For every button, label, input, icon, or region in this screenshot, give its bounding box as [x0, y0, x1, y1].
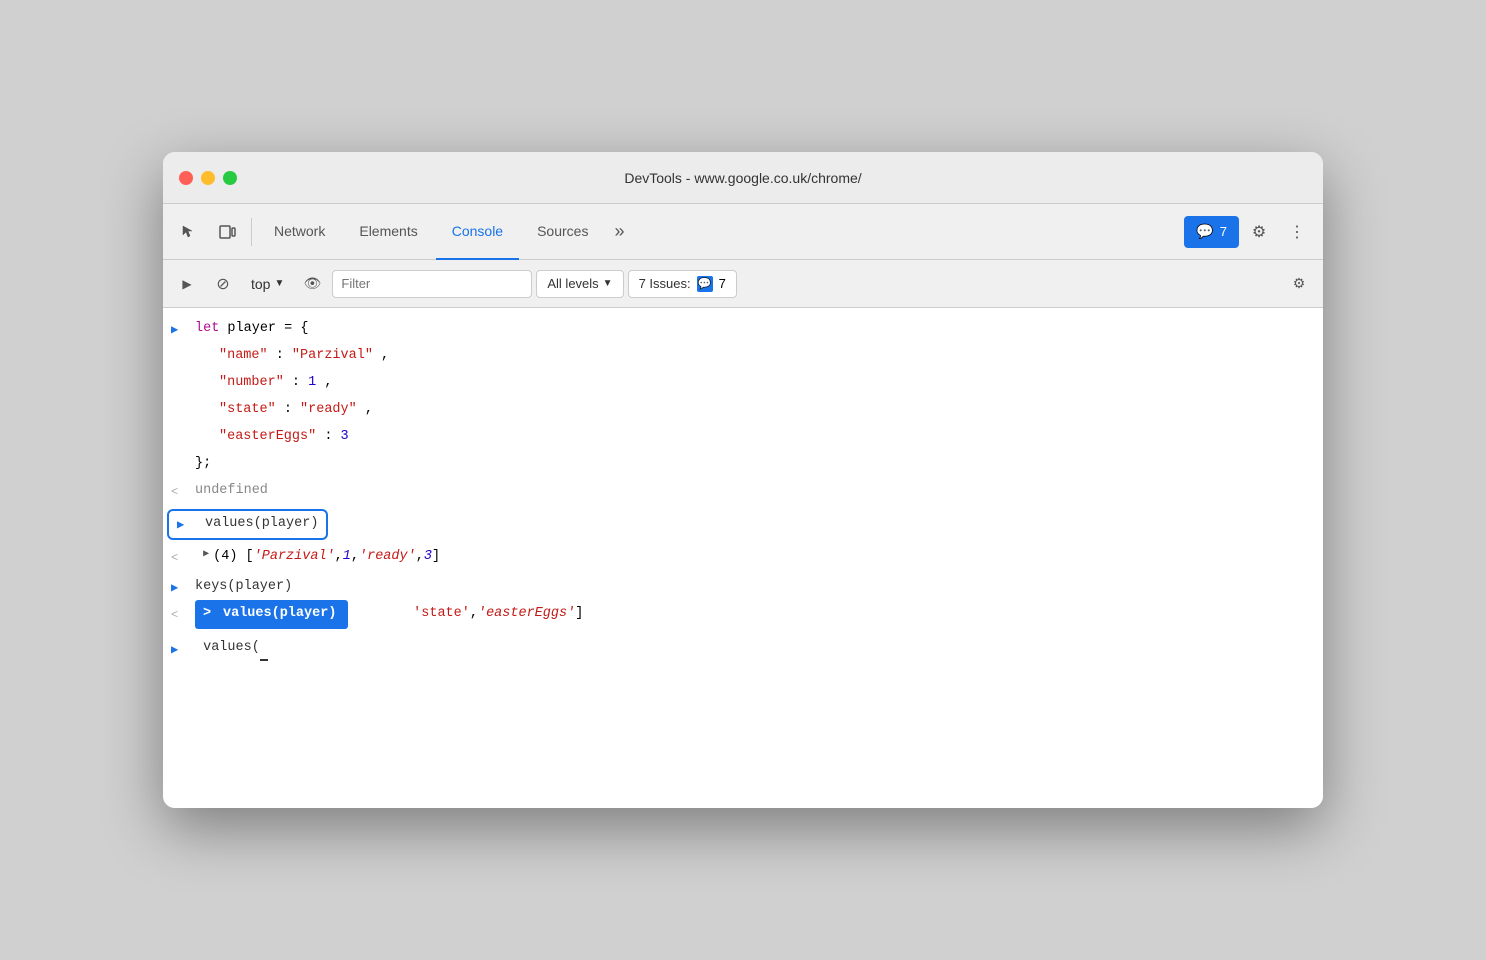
devtools-window: DevTools - www.google.co.uk/chrome/ Netw… [163, 152, 1323, 808]
console-input-current[interactable]: ▶ values( [163, 632, 1323, 665]
tab-elements[interactable]: Elements [343, 204, 433, 260]
output-arrow: < [171, 482, 191, 502]
clear-console-button[interactable]: ⊘ [207, 268, 239, 300]
settings-icon[interactable]: ⚙ [1241, 214, 1277, 250]
expand-arrow: ▶ [177, 515, 197, 535]
console-line: "easterEggs" : 3 [163, 424, 1323, 451]
issues-icon: 💬 [697, 276, 713, 292]
expand-arrow[interactable]: ▶ [171, 578, 191, 598]
console-line: "state" : "ready" , [163, 397, 1323, 424]
issues-badge-button[interactable]: 💬 7 [1184, 216, 1239, 248]
console-line: ▶ keys(player) [163, 574, 1323, 601]
badge-icon: 💬 [1196, 223, 1213, 240]
close-button[interactable] [179, 171, 193, 185]
issues-button[interactable]: 7 Issues: 💬 7 [628, 270, 737, 298]
expand-arrow[interactable]: ▶ [171, 320, 191, 340]
console-content: ▶ let player = { "name" : "Parzival" , "… [163, 308, 1323, 808]
cursor [260, 636, 268, 661]
maximize-button[interactable] [223, 171, 237, 185]
tab-sources[interactable]: Sources [521, 204, 604, 260]
console-line: "name" : "Parzival" , [163, 343, 1323, 370]
context-selector[interactable]: top ▼ [243, 268, 292, 300]
chevron-down-icon: ▼ [274, 278, 284, 289]
console-line: }; [163, 451, 1323, 478]
autocomplete-suggestion[interactable]: values(player) [195, 600, 348, 629]
select-element-icon[interactable] [171, 214, 207, 250]
highlighted-command: ▶ values(player) [167, 509, 328, 540]
autocomplete-overlay[interactable]: values(player) [195, 601, 348, 628]
play-button[interactable]: ▶ [171, 268, 203, 300]
window-title: DevTools - www.google.co.uk/chrome/ [624, 170, 861, 186]
chevron-down-icon: ▼ [603, 278, 613, 289]
console-settings-icon[interactable]: ⚙ [1283, 268, 1315, 300]
titlebar: DevTools - www.google.co.uk/chrome/ [163, 152, 1323, 204]
log-levels-dropdown[interactable]: All levels ▼ [536, 270, 623, 298]
console-line: ▶ let player = { [163, 316, 1323, 343]
tab-network[interactable]: Network [258, 204, 341, 260]
tab-console[interactable]: Console [436, 204, 519, 260]
minimize-button[interactable] [201, 171, 215, 185]
more-options-icon[interactable]: ⋮ [1279, 214, 1315, 250]
toolbar-divider [251, 218, 252, 246]
show-live-expressions[interactable]: 👁 [296, 268, 328, 300]
console-line: "number" : 1 , [163, 370, 1323, 397]
devtools-toolbar: Network Elements Console Sources » 💬 7 ⚙… [163, 204, 1323, 260]
console-output-line: < undefined [163, 478, 1323, 505]
device-toolbar-icon[interactable] [209, 214, 245, 250]
filter-input[interactable] [332, 270, 532, 298]
more-tabs-button[interactable]: » [606, 204, 632, 260]
console-output-line-obscured: < ▶ values(player) 'state' , 'easterEggs… [163, 601, 1323, 628]
console-toolbar: ▶ ⊘ top ▼ 👁 All levels ▼ 7 Issues: 💬 7 ⚙ [163, 260, 1323, 308]
collapse-arrow[interactable]: ▶ [203, 546, 209, 563]
traffic-lights [179, 171, 237, 185]
console-output-expandable: < ▶ (4) [ 'Parzival' , 1 , 'ready' , 3 ] [163, 544, 1323, 571]
console-input-line-highlighted[interactable]: ▶ values(player) [163, 505, 1323, 544]
